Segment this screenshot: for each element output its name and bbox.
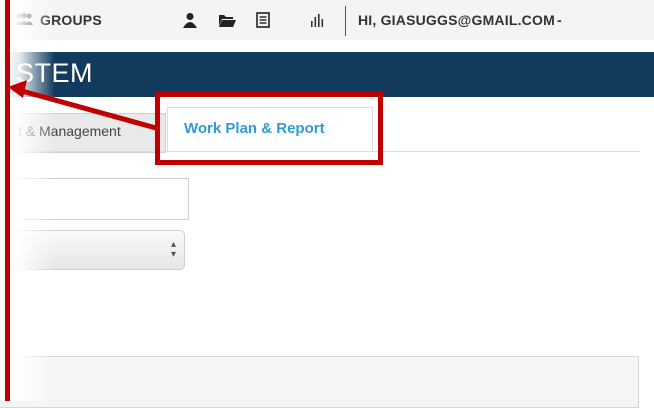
annotation-arrow — [8, 80, 157, 131]
